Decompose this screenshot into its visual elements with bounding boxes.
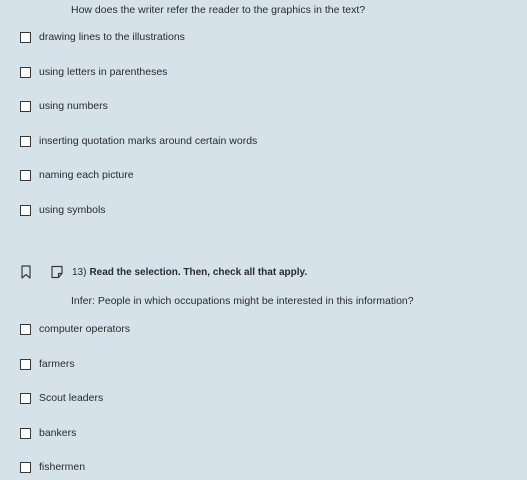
- answer-option[interactable]: using letters in parentheses: [20, 64, 167, 80]
- answer-checkbox[interactable]: [20, 427, 31, 439]
- answer-option[interactable]: using numbers: [20, 98, 108, 114]
- answer-checkbox[interactable]: [20, 169, 31, 181]
- answer-label: using letters in parentheses: [39, 66, 168, 78]
- answer-option[interactable]: inserting quotation marks around certain…: [20, 133, 257, 149]
- answer-checkbox[interactable]: [20, 323, 31, 335]
- answer-label: inserting quotation marks around certain…: [39, 135, 258, 147]
- answer-checkbox[interactable]: [20, 100, 31, 112]
- answer-label: Scout leaders: [39, 392, 104, 404]
- question-instruction: Read the selection. Then, check all that…: [89, 266, 308, 278]
- answer-checkbox[interactable]: [20, 135, 31, 147]
- answer-label: computer operators: [39, 323, 131, 335]
- answer-option[interactable]: bankers: [20, 425, 76, 441]
- answer-option[interactable]: drawing lines to the illustrations: [20, 29, 185, 45]
- note-icon[interactable]: [50, 265, 64, 279]
- answer-option[interactable]: fishermen: [20, 459, 85, 475]
- question-prompt: How does the writer refer the reader to …: [71, 4, 366, 16]
- answer-checkbox[interactable]: [20, 66, 31, 78]
- answer-label: naming each picture: [39, 169, 134, 181]
- answer-option[interactable]: computer operators: [20, 321, 130, 337]
- answer-option[interactable]: Scout leaders: [20, 390, 103, 406]
- answer-label: bankers: [39, 427, 77, 439]
- answer-checkbox[interactable]: [20, 358, 31, 370]
- answer-label: using symbols: [39, 204, 106, 216]
- question-number: 13): [72, 266, 87, 278]
- answer-label: drawing lines to the illustrations: [39, 31, 185, 43]
- answer-option[interactable]: farmers: [20, 356, 75, 372]
- answer-checkbox[interactable]: [20, 204, 31, 216]
- question-header: 13) Read the selection. Then, check all …: [20, 264, 500, 280]
- answer-label: fishermen: [39, 461, 86, 473]
- answer-option[interactable]: using symbols: [20, 202, 106, 218]
- answer-checkbox[interactable]: [20, 392, 31, 404]
- bookmark-icon[interactable]: [20, 265, 32, 279]
- answer-checkbox[interactable]: [20, 31, 31, 43]
- answer-checkbox[interactable]: [20, 461, 31, 473]
- answer-label: using numbers: [39, 100, 108, 112]
- answer-option[interactable]: naming each picture: [20, 167, 134, 183]
- answer-label: farmers: [39, 358, 75, 370]
- question-prompt: Infer: People in which occupations might…: [71, 295, 414, 307]
